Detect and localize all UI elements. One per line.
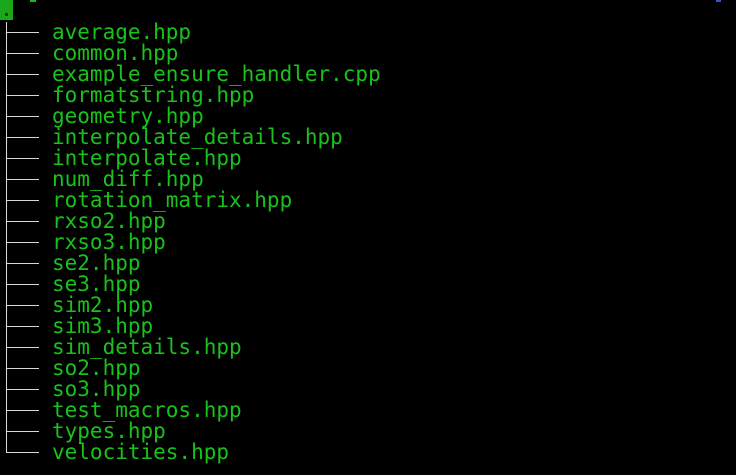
tree-branch [0,169,45,190]
tree-branch [0,274,45,295]
tree-branch [0,253,45,274]
tree-branch [0,85,45,106]
file-name: se3.hpp [52,272,141,296]
tree-branch [0,64,45,85]
tree-branch [0,400,45,421]
tree-branch [0,43,45,64]
file-name: num_diff.hpp [52,167,204,191]
file-name: test_macros.hpp [52,398,242,422]
tree-branch [0,127,45,148]
file-name: rxso2.hpp [52,209,166,233]
tree-branch [0,232,45,253]
file-name: interpolate.hpp [52,146,242,170]
file-name: common.hpp [52,41,179,65]
file-name: so3.hpp [52,377,141,401]
tree-branch [0,190,45,211]
file-name: interpolate_details.hpp [52,125,343,149]
file-name: se2.hpp [52,251,141,275]
tree-branch [0,148,45,169]
file-name: formatstring.hpp [52,83,255,107]
file-name: average.hpp [52,20,192,44]
tree-branch [0,358,45,379]
file-name: rotation_matrix.hpp [52,188,293,212]
tree-branch [0,379,45,400]
file-name: velocities.hpp [52,440,230,464]
previous-line-fragment [30,0,36,2]
file-name: types.hpp [52,419,166,443]
tree-branch-end [0,442,45,463]
file-name: geometry.hpp [52,104,204,128]
tree-branch [0,316,45,337]
file-name: example_ensure_handler.cpp [52,62,381,86]
terminal-window[interactable]: average.hpp common.hpp example_ensure_ha… [0,0,736,475]
file-name: rxso3.hpp [52,230,166,254]
file-name: sim_details.hpp [52,335,242,359]
file-name: so2.hpp [52,356,141,380]
tree-branch [0,22,45,43]
tree-branch [0,337,45,358]
tree-branch [0,106,45,127]
cursor-dot [5,13,8,16]
previous-line-fragment-blue [716,0,721,2]
tree-branch [0,211,45,232]
file-name: sim2.hpp [52,293,154,317]
tree-branch [0,295,45,316]
tree-branch [0,421,45,442]
terminal-cursor [0,0,13,20]
file-name: sim3.hpp [52,314,154,338]
